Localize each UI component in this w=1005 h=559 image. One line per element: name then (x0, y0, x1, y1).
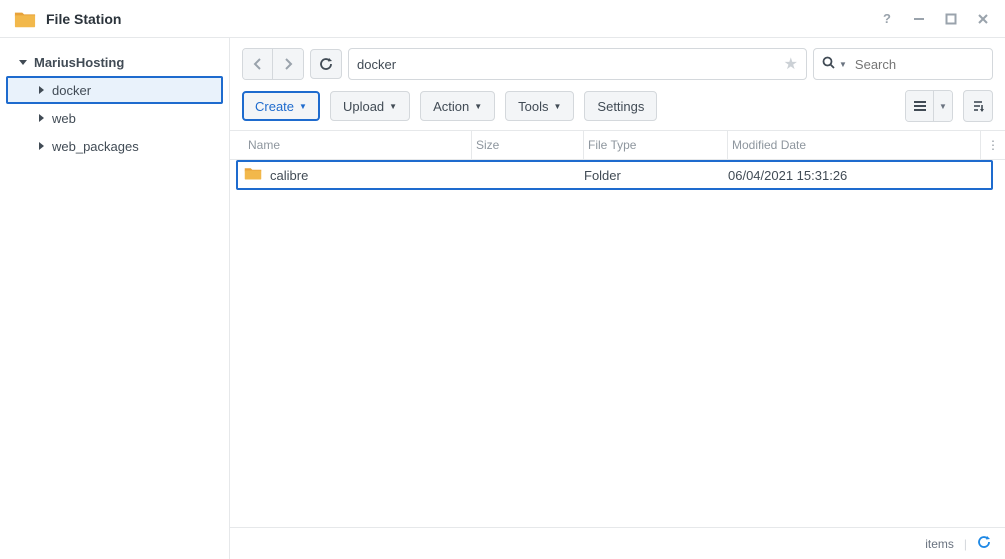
tree-item-web-packages[interactable]: web_packages (0, 132, 229, 160)
view-dropdown-button[interactable]: ▼ (934, 91, 952, 121)
caret-down-icon: ▼ (474, 102, 482, 111)
upload-button[interactable]: Upload ▼ (330, 91, 410, 121)
tree-item-label: docker (52, 83, 91, 98)
search-icon (822, 56, 835, 72)
status-refresh-button[interactable] (977, 535, 991, 552)
toolbar-row-actions: Create ▼ Upload ▼ Action ▼ Tools ▼ Setti… (230, 86, 1005, 130)
nav-group (242, 48, 304, 80)
tree-root[interactable]: MariusHosting (0, 48, 229, 76)
col-type[interactable]: File Type (584, 131, 728, 159)
row-type: Folder (584, 168, 728, 183)
path-text: docker (357, 57, 784, 72)
search-bar[interactable]: ▼ (813, 48, 993, 80)
chevron-down-icon (18, 58, 28, 66)
action-label: Action (433, 99, 469, 114)
tree-root-label: MariusHosting (34, 55, 124, 70)
column-menu-button[interactable]: ⋮ (981, 138, 1005, 152)
nav-forward-button[interactable] (273, 49, 303, 79)
row-name: calibre (270, 168, 308, 183)
view-mode-group: ▼ (905, 90, 953, 122)
minimize-button[interactable] (907, 7, 931, 31)
tools-label: Tools (518, 99, 548, 114)
content: docker ★ ▼ Create ▼ Upload ▼ Actio (230, 38, 1005, 559)
settings-label: Settings (597, 99, 644, 114)
statusbar: items | (230, 527, 1005, 559)
titlebar: File Station ? (0, 0, 1005, 38)
divider: | (964, 537, 967, 551)
tools-button[interactable]: Tools ▼ (505, 91, 574, 121)
sort-button[interactable] (963, 90, 993, 122)
col-name[interactable]: Name (244, 131, 472, 159)
tree-item-docker[interactable]: docker (6, 76, 223, 104)
app-title: File Station (46, 11, 875, 27)
col-modified[interactable]: Modified Date (728, 131, 981, 159)
tree-item-web[interactable]: web (0, 104, 229, 132)
caret-down-icon: ▼ (299, 102, 307, 111)
chevron-right-icon (36, 114, 46, 122)
col-size[interactable]: Size (472, 131, 584, 159)
sidebar: MariusHosting docker web web_packages (0, 38, 230, 559)
table-header: Name Size File Type Modified Date ⋮ (230, 130, 1005, 160)
table-body: calibre Folder 06/04/2021 15:31:26 (230, 160, 1005, 527)
caret-down-icon: ▼ (554, 102, 562, 111)
tree-item-label: web (52, 111, 76, 126)
folder-icon (244, 166, 262, 184)
close-button[interactable] (971, 7, 995, 31)
refresh-button[interactable] (310, 49, 342, 79)
chevron-right-icon (36, 86, 46, 94)
favorite-star-icon[interactable]: ★ (784, 54, 798, 74)
caret-down-icon: ▼ (389, 102, 397, 111)
path-bar[interactable]: docker ★ (348, 48, 807, 80)
create-button[interactable]: Create ▼ (242, 91, 320, 121)
tree-item-label: web_packages (52, 139, 139, 154)
upload-label: Upload (343, 99, 384, 114)
maximize-button[interactable] (939, 7, 963, 31)
search-dropdown-icon[interactable]: ▼ (839, 60, 847, 69)
search-input[interactable] (855, 57, 1005, 72)
help-button[interactable]: ? (875, 7, 899, 31)
app-icon (14, 8, 36, 30)
main: MariusHosting docker web web_packages (0, 38, 1005, 559)
list-view-button[interactable] (906, 91, 934, 121)
create-label: Create (255, 99, 294, 114)
row-modified: 06/04/2021 15:31:26 (728, 168, 993, 183)
nav-back-button[interactable] (243, 49, 273, 79)
table-row[interactable]: calibre Folder 06/04/2021 15:31:26 (236, 160, 993, 190)
action-button[interactable]: Action ▼ (420, 91, 495, 121)
toolbar-row-nav: docker ★ ▼ (230, 38, 1005, 86)
settings-button[interactable]: Settings (584, 91, 657, 121)
chevron-right-icon (36, 142, 46, 150)
items-label: items (925, 537, 954, 551)
window-controls: ? (875, 7, 995, 31)
